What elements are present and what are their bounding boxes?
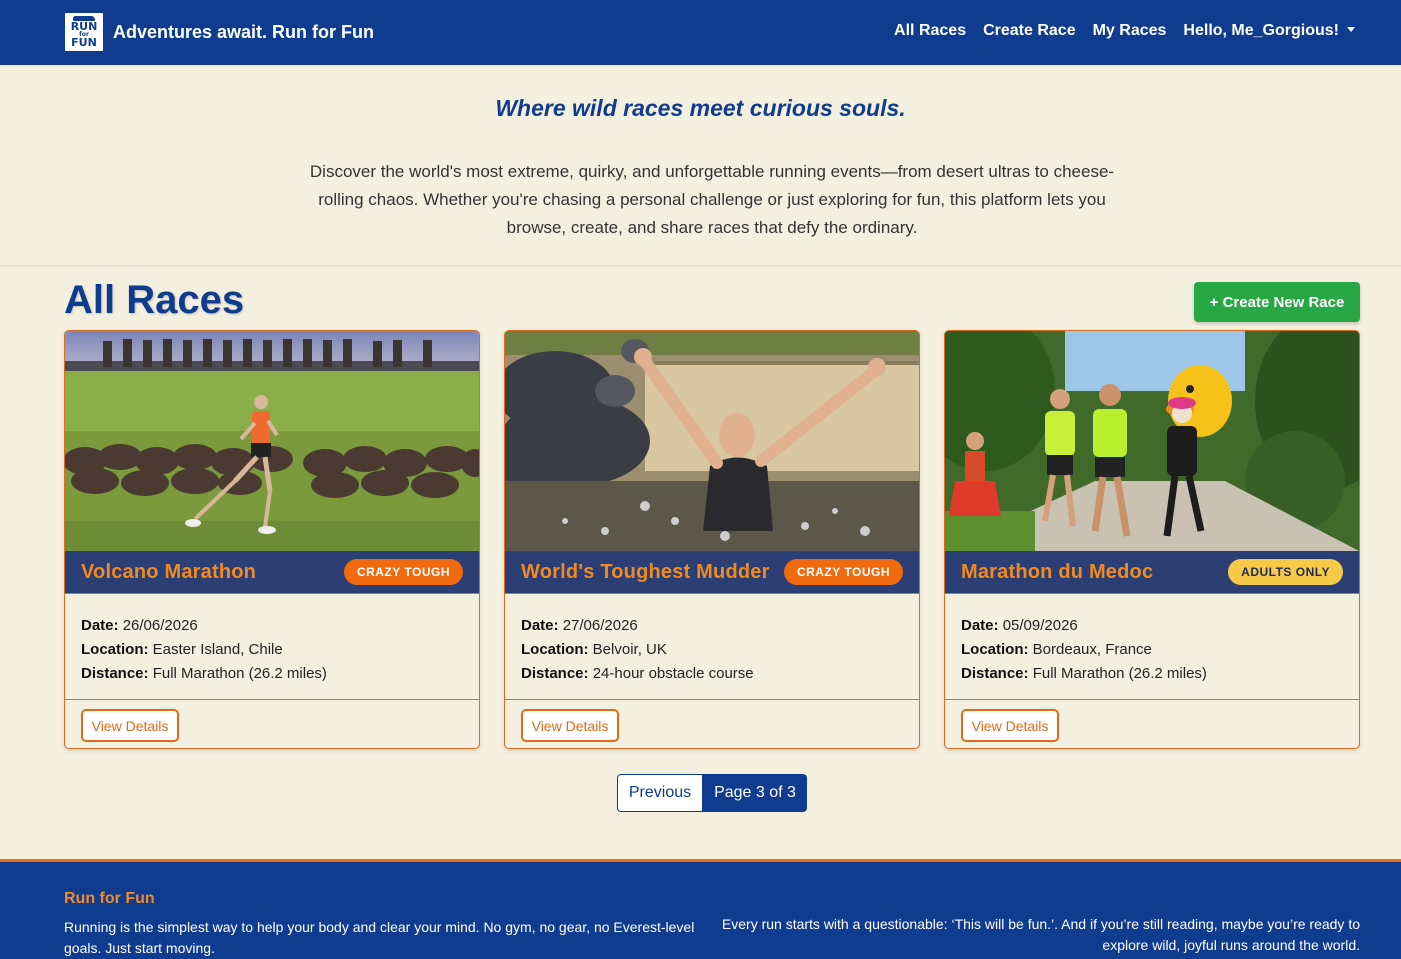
race-date: Date: 05/09/2026 [961, 614, 1207, 638]
page-title: All Races [64, 278, 245, 322]
race-image-marathon-du-medoc [945, 331, 1359, 551]
date-label: Date: [521, 617, 559, 634]
race-location: Location: Easter Island, Chile [81, 638, 327, 662]
race-card: World's Toughest Mudder CRAZY TOUGH Date… [504, 330, 920, 749]
nav-create-race[interactable]: Create Race [983, 22, 1076, 40]
race-card: Volcano Marathon CRAZY TOUGH Date: 26/06… [64, 330, 480, 749]
card-header: World's Toughest Mudder CRAZY TOUGH [505, 551, 919, 594]
pagination: Previous Page 3 of 3 [617, 774, 807, 812]
race-date: Date: 27/06/2026 [521, 614, 754, 638]
distance-value: 24-hour obstacle course [592, 665, 754, 682]
date-value: 26/06/2026 [122, 617, 198, 634]
view-details-button[interactable]: View Details [961, 709, 1059, 742]
location-value: Bordeaux, France [1032, 641, 1152, 658]
date-label: Date: [81, 617, 119, 634]
card-footer: View Details [945, 699, 1359, 748]
footer-left-text: Running is the simplest way to help your… [64, 919, 695, 956]
date-value: 27/06/2026 [562, 617, 638, 634]
nav-links: All Races Create Race My Races Hello, Me… [894, 22, 1355, 40]
race-distance: Distance: Full Marathon (26.2 miles) [81, 662, 327, 686]
hero: Where wild races meet curious souls. Dis… [0, 65, 1401, 267]
hero-tagline: Where wild races meet curious souls. [495, 95, 906, 121]
location-label: Location: [81, 641, 149, 658]
card-header: Volcano Marathon CRAZY TOUGH [65, 551, 479, 594]
previous-page-button[interactable]: Previous [617, 774, 703, 812]
race-location: Location: Bordeaux, France [961, 638, 1207, 662]
race-title: Marathon du Medoc [961, 561, 1154, 583]
nav-all-races[interactable]: All Races [894, 22, 966, 40]
distance-value: Full Marathon (26.2 miles) [1032, 665, 1207, 682]
card-header: Marathon du Medoc ADULTS ONLY [945, 551, 1359, 594]
date-label: Date: [961, 617, 999, 634]
race-image-volcano-marathon [65, 331, 479, 551]
card-body: Date: 27/06/2026 Location: Belvoir, UK D… [521, 614, 754, 686]
card-footer: View Details [505, 699, 919, 748]
card-body: Date: 26/06/2026 Location: Easter Island… [81, 614, 327, 686]
user-greeting: Hello, Me_Gorgious! [1183, 22, 1339, 39]
race-image-worlds-toughest-mudder [505, 331, 919, 551]
race-location: Location: Belvoir, UK [521, 638, 754, 662]
race-distance: Distance: 24-hour obstacle course [521, 662, 754, 686]
user-menu[interactable]: Hello, Me_Gorgious! [1183, 22, 1355, 40]
date-value: 05/09/2026 [1002, 617, 1078, 634]
view-details-button[interactable]: View Details [521, 709, 619, 742]
race-distance: Distance: Full Marathon (26.2 miles) [961, 662, 1207, 686]
logo-text-fun: FUN [71, 35, 97, 49]
location-value: Belvoir, UK [592, 641, 667, 658]
difficulty-badge: CRAZY TOUGH [783, 559, 903, 585]
location-value: Easter Island, Chile [152, 641, 283, 658]
brand-link[interactable]: RUN for FUN Adventures await. Run for Fu… [64, 12, 374, 52]
race-title: Volcano Marathon [81, 561, 257, 583]
current-page-indicator: Page 3 of 3 [703, 774, 807, 812]
brand-text[interactable]: Adventures await. Run for Fun [113, 22, 374, 43]
difficulty-badge: CRAZY TOUGH [343, 559, 463, 585]
card-body: Date: 05/09/2026 Location: Bordeaux, Fra… [961, 614, 1207, 686]
card-footer: View Details [65, 699, 479, 748]
view-details-button[interactable]: View Details [81, 709, 179, 742]
footer-title: Run for Fun [64, 890, 155, 907]
caret-down-icon [1347, 27, 1355, 32]
distance-label: Distance: [521, 665, 589, 682]
distance-label: Distance: [81, 665, 149, 682]
distance-label: Distance: [961, 665, 1029, 682]
location-label: Location: [521, 641, 589, 658]
footer-right-text: Every run starts with a questionable: ‘T… [721, 916, 1360, 953]
race-card: Marathon du Medoc ADULTS ONLY Date: 05/0… [944, 330, 1360, 749]
location-label: Location: [961, 641, 1029, 658]
footer: Run for Fun Running is the simplest way … [0, 859, 1401, 959]
navbar: RUN for FUN Adventures await. Run for Fu… [0, 0, 1401, 65]
audience-badge: ADULTS ONLY [1228, 559, 1343, 585]
create-new-race-button[interactable]: + Create New Race [1194, 282, 1360, 322]
nav-my-races[interactable]: My Races [1093, 22, 1167, 40]
hero-description: Discover the world's most extreme, quirk… [309, 162, 1115, 237]
distance-value: Full Marathon (26.2 miles) [152, 665, 327, 682]
logo: RUN for FUN [64, 12, 104, 52]
race-date: Date: 26/06/2026 [81, 614, 327, 638]
race-title: World's Toughest Mudder [521, 561, 770, 583]
